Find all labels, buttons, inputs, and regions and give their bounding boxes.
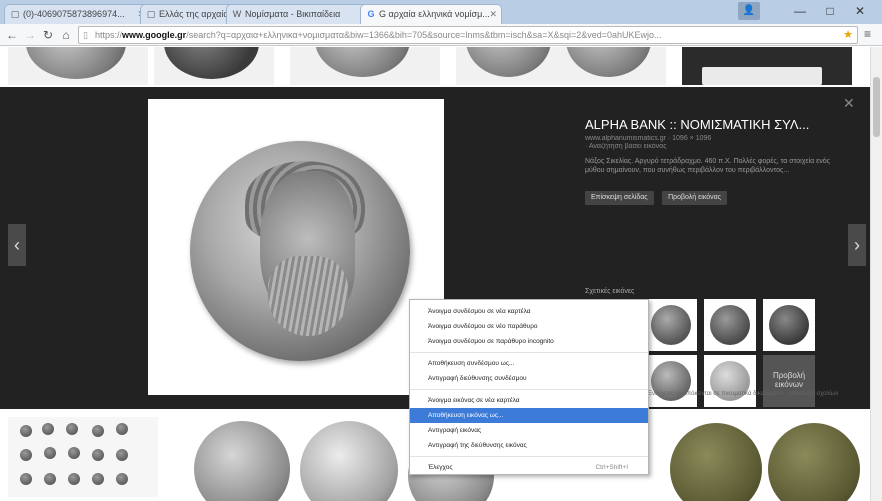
preview-image[interactable] (148, 99, 444, 395)
coin-image (190, 141, 410, 361)
menu-item-label: Άνοιγμα συνδέσμου σε παράθυρο incognito (428, 338, 554, 345)
result-thumbnail[interactable] (8, 47, 148, 85)
view-more-images[interactable]: Προβολή εικόνων (763, 355, 815, 407)
scrollbar-thumb[interactable] (873, 77, 880, 137)
browser-window: ▢ (0)-4069075873896974... ✕ ▢ Ελλάς της … (0, 0, 882, 501)
tab-1[interactable]: ▢ (0)-4069075873896974... ✕ (4, 4, 150, 24)
view-image-button[interactable]: Προβολή εικόνας (662, 191, 728, 205)
menu-inspect[interactable]: Έλεγχος Ctrl+Shift+I (410, 460, 648, 475)
related-image[interactable] (704, 299, 756, 351)
image-description: Νάξος Σικελίας. Αργυρό τετράδραχμο. 460 … (585, 158, 830, 174)
close-preview-icon[interactable]: ✕ (843, 95, 855, 112)
tab-1-label: (0)-4069075873896974... (23, 9, 125, 19)
related-images-label: Σχετικές εικόνες (585, 288, 635, 295)
result-thumbnail[interactable] (190, 413, 294, 501)
reload-icon[interactable]: ↻ (40, 27, 56, 43)
toolbar: ← → ↻ ⌂ ▯ https://www.google.gr/search?q… (0, 24, 882, 46)
result-thumbnail[interactable] (660, 413, 865, 501)
window-close-icon[interactable]: ✕ (850, 2, 870, 20)
tab-4-label: G αρχαία ελληνικά νομίσμ... (379, 9, 490, 19)
menu-open-link-incognito[interactable]: Άνοιγμα συνδέσμου σε παράθυρο incognito (410, 334, 648, 349)
menu-save-image-as[interactable]: Αποθήκευση εικόνας ως... (410, 408, 648, 423)
menu-item-label: Άνοιγμα εικόνας σε νέα καρτέλα (428, 397, 520, 404)
menu-item-label: Αποθήκευση συνδέσμου ως... (428, 360, 515, 367)
menu-item-label: Αντιγραφή της διεύθυνσης εικόνας (428, 442, 527, 449)
menu-item-label: Αντιγραφή διεύθυνσης συνδέσμου (428, 375, 527, 382)
url-scheme: https:// (95, 30, 123, 40)
page-icon: ▢ (146, 9, 156, 19)
view-more-label: Προβολή εικόνων (772, 371, 806, 389)
image-title[interactable]: ALPHA BANK :: ΝΟΜΙΣΜΑΤΙΚΗ ΣΥΛ... (585, 117, 845, 132)
related-image[interactable] (645, 299, 697, 351)
tab-4-active[interactable]: G G αρχαία ελληνικά νομίσμ... ✕ (360, 4, 502, 24)
result-thumbnail[interactable] (296, 413, 402, 501)
menu-shortcut: Ctrl+Shift+I (595, 464, 628, 471)
related-image[interactable] (763, 299, 815, 351)
menu-item-label: Αντιγραφή εικόνας (428, 427, 482, 434)
menu-copy-image-address[interactable]: Αντιγραφή της διεύθυνσης εικόνας (410, 438, 648, 453)
result-thumbnail[interactable] (154, 47, 274, 85)
copyright-note: Ενδέχεται να υπόκεινται σε πνευματικά δι… (648, 391, 839, 397)
result-thumbnail-selected[interactable] (290, 47, 440, 85)
back-icon[interactable]: ← (4, 27, 20, 43)
menu-open-image-new-tab[interactable]: Άνοιγμα εικόνας σε νέα καρτέλα (410, 393, 648, 408)
previous-image-arrow[interactable]: ‹ (8, 224, 26, 266)
menu-item-label: Άνοιγμα συνδέσμου σε νέα καρτέλα (428, 308, 531, 315)
related-image[interactable] (704, 355, 756, 407)
menu-separator (410, 456, 648, 457)
page-info-icon[interactable]: ▯ (83, 27, 88, 43)
google-icon: G (367, 9, 375, 19)
image-source[interactable]: www.alphanumismatics.gr · 1096 × 1096 (585, 135, 845, 142)
url-path: /search?q=αρχαια+ελληνικα+νομισματα&biw=… (186, 30, 662, 40)
close-icon[interactable]: ✕ (489, 5, 497, 23)
menu-separator (410, 352, 648, 353)
user-profile-icon[interactable]: 👤 (738, 2, 760, 20)
result-thumbnail[interactable] (682, 47, 852, 85)
menu-separator (410, 389, 648, 390)
result-thumbnail[interactable] (456, 47, 666, 85)
maximize-icon[interactable]: □ (820, 2, 840, 20)
menu-item-label: Άνοιγμα συνδέσμου σε νέο παράθυρο (428, 323, 538, 330)
context-menu: Άνοιγμα συνδέσμου σε νέα καρτέλα Άνοιγμα… (409, 299, 649, 475)
search-by-image-link[interactable]: · Αναζήτηση βάσει εικόνας (585, 143, 845, 150)
vertical-scrollbar[interactable] (870, 47, 882, 501)
home-icon[interactable]: ⌂ (58, 27, 74, 43)
chrome-menu-icon[interactable]: ≡ (864, 27, 871, 41)
menu-copy-link-address[interactable]: Αντιγραφή διεύθυνσης συνδέσμου (410, 371, 648, 386)
menu-item-label: Αποθήκευση εικόνας ως... (428, 412, 504, 419)
visit-page-button[interactable]: Επίσκεψη σελίδας (585, 191, 654, 205)
tab-3[interactable]: W Νομίσματα - Βικιπαίδεια ✕ (226, 4, 372, 24)
wikipedia-icon: W (232, 9, 242, 19)
bookmark-star-icon[interactable]: ★ (843, 27, 853, 43)
menu-item-label: Έλεγχος (428, 464, 453, 471)
menu-save-link-as[interactable]: Αποθήκευση συνδέσμου ως... (410, 356, 648, 371)
result-thumbnail[interactable] (8, 417, 158, 497)
tab-3-label: Νομίσματα - Βικιπαίδεια (245, 9, 341, 19)
next-image-arrow[interactable]: › (848, 224, 866, 266)
url-host: www.google.gr (122, 30, 187, 40)
menu-copy-image[interactable]: Αντιγραφή εικόνας (410, 423, 648, 438)
address-bar[interactable]: ▯ https://www.google.gr/search?q=αρχαια+… (78, 26, 858, 44)
minimize-icon[interactable]: — (790, 2, 810, 20)
forward-icon[interactable]: → (22, 27, 38, 43)
menu-open-link-new-tab[interactable]: Άνοιγμα συνδέσμου σε νέα καρτέλα (410, 304, 648, 319)
image-info: ALPHA BANK :: ΝΟΜΙΣΜΑΤΙΚΗ ΣΥΛ... www.alp… (585, 117, 845, 205)
related-image[interactable] (645, 355, 697, 407)
menu-open-link-new-window[interactable]: Άνοιγμα συνδέσμου σε νέο παράθυρο (410, 319, 648, 334)
tab-strip: ▢ (0)-4069075873896974... ✕ ▢ Ελλάς της … (0, 0, 882, 24)
page-icon: ▢ (10, 9, 20, 19)
